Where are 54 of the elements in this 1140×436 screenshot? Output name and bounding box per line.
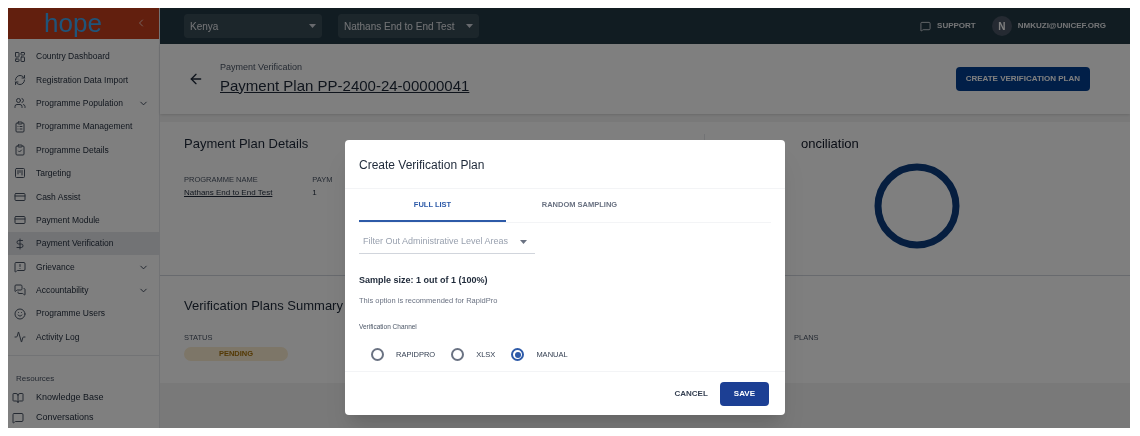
dropdown-caret-icon: [466, 24, 474, 28]
cancel-button[interactable]: CANCEL: [674, 387, 708, 400]
sidebar-item[interactable]: Targeting: [8, 161, 159, 186]
messages-icon: [14, 284, 26, 297]
sidebar-item[interactable]: Payment Module: [8, 208, 159, 232]
sidebar-item[interactable]: Programme Users: [8, 302, 159, 326]
sidebar-item[interactable]: Accountability: [8, 278, 159, 303]
sidebar-item[interactable]: Cash Assist: [8, 185, 159, 209]
card-icon: [14, 190, 26, 203]
refresh-icon: [14, 73, 26, 86]
filter-select[interactable]: Filter Out Administrative Level Areas: [359, 235, 535, 254]
card-title: Verification Plans Summary: [184, 297, 343, 315]
user-email: NMKUZI@UNICEF.ORG: [1017, 20, 1106, 32]
field-link[interactable]: Nathans End to End Test: [184, 186, 273, 199]
sidebar-item[interactable]: Registration Data Import: [8, 68, 159, 92]
activity-icon: [14, 331, 26, 344]
face-icon: [14, 307, 26, 320]
sample-size-text: Sample size: 1 out of 1 (100%): [359, 273, 489, 287]
sidebar-item[interactable]: Payment Verification: [8, 231, 159, 256]
field-value: 1: [312, 186, 318, 199]
breadcrumb[interactable]: Payment Verification: [220, 61, 470, 75]
clipboard-icon: [14, 144, 26, 157]
dollar-icon: [14, 237, 26, 250]
dropdown-caret-icon: [520, 239, 527, 244]
sidebar-item[interactable]: Conversations: [8, 407, 159, 428]
people-icon: [14, 97, 26, 110]
create-plan-button[interactable]: CREATE VERIFICATION PLAN: [955, 67, 1090, 91]
logo: hope: [43, 10, 102, 37]
support-link[interactable]: SUPPORT: [920, 20, 976, 32]
radio-button[interactable]: [371, 348, 384, 361]
card-title: onciliation: [801, 135, 859, 153]
dialog-title: Create Verification Plan: [359, 158, 485, 172]
card-icon: [14, 214, 26, 227]
clipboard-icon: [14, 120, 26, 133]
page-title: Payment Plan PP-2400-24-00000041: [220, 75, 470, 96]
dashboard-icon: [14, 50, 26, 63]
message-icon: [920, 20, 932, 32]
sidebar-item[interactable]: Country Dashboard: [8, 44, 159, 69]
save-button[interactable]: SAVE: [719, 381, 769, 406]
sidebar-item[interactable]: Programme Management: [8, 115, 159, 139]
alert-message-icon: [14, 261, 26, 274]
avatar[interactable]: N: [991, 16, 1012, 36]
section-heading: Resources: [16, 373, 55, 383]
sidebar-item[interactable]: Activity Log: [8, 325, 159, 349]
message-icon: [12, 412, 24, 424]
sidebar-item[interactable]: Grievance: [8, 255, 159, 279]
card-title: Payment Plan Details: [184, 135, 310, 153]
book-icon: [12, 391, 24, 404]
sidebar-item[interactable]: Programme Population: [8, 91, 159, 115]
radio-button[interactable]: [511, 348, 525, 361]
dropdown-caret-icon: [309, 24, 316, 28]
sidebar-item[interactable]: Knowledge Base: [8, 387, 159, 408]
sidebar-item[interactable]: Programme Details: [8, 138, 159, 162]
radio-button[interactable]: [451, 348, 465, 361]
